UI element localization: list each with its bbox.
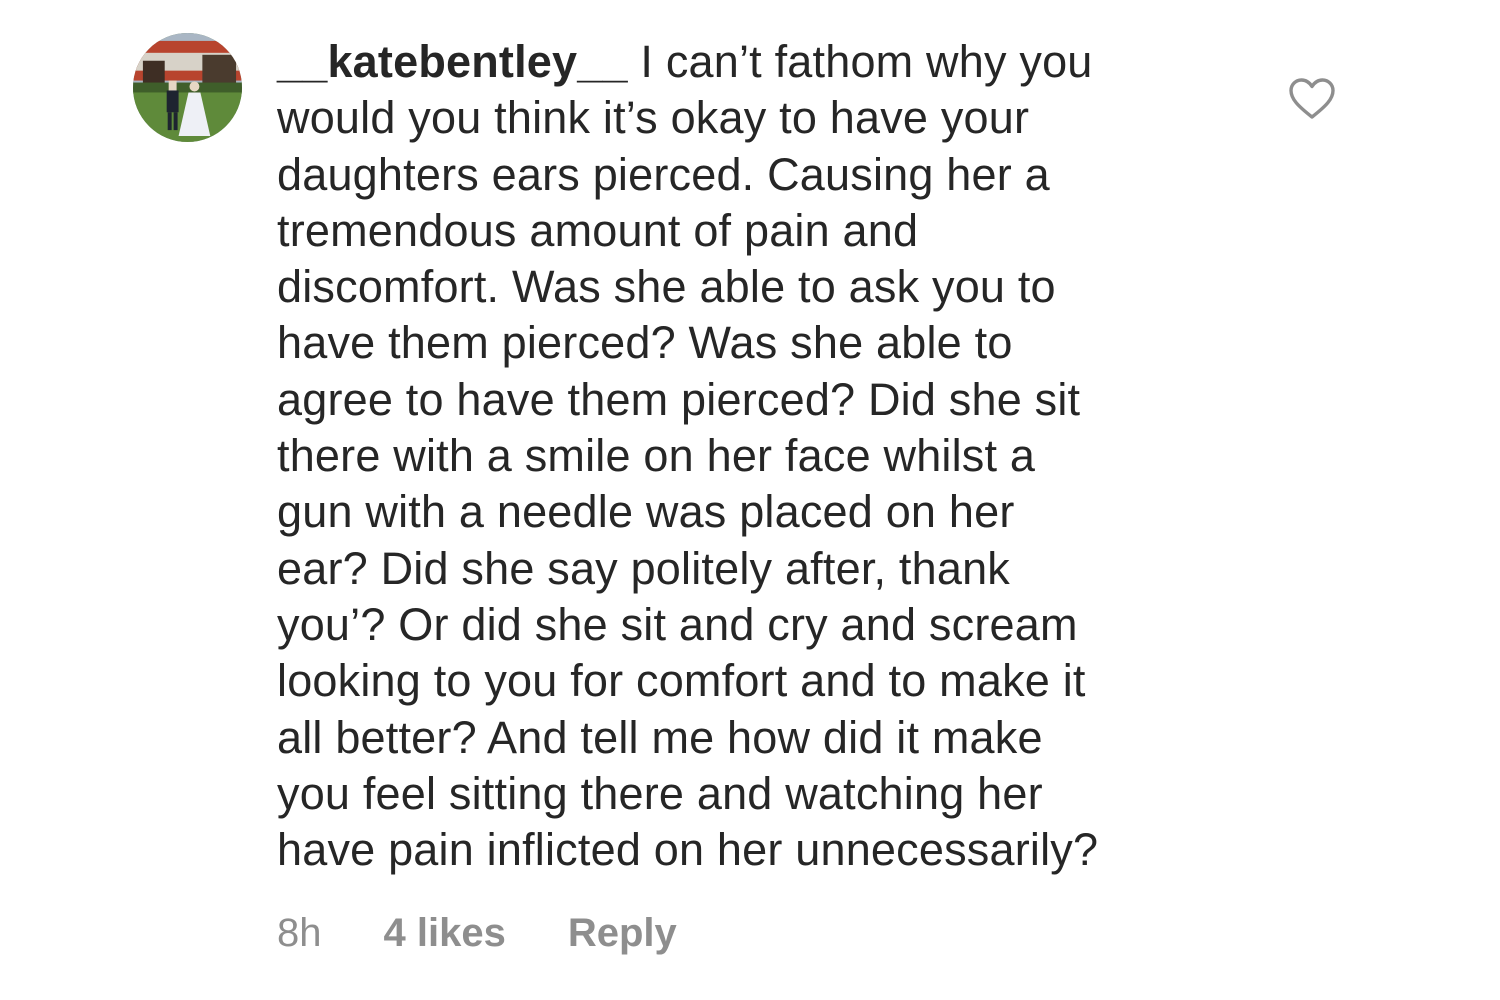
username-link[interactable]: __katebentley__ — [277, 36, 628, 87]
comment-meta: 8h 4 likes Reply — [277, 905, 677, 961]
comment-message: I can’t fathom why you would you think i… — [277, 36, 1099, 876]
reply-button[interactable]: Reply — [568, 911, 677, 956]
avatar[interactable] — [133, 33, 242, 142]
heart-outline-icon — [1289, 78, 1335, 119]
comment-row: __katebentley__ I can’t fathom why you w… — [0, 0, 1500, 1000]
like-button[interactable] — [1288, 77, 1336, 121]
profile-photo — [133, 33, 242, 142]
comment-text: __katebentley__ I can’t fathom why you w… — [277, 34, 1237, 878]
comment-timestamp: 8h — [277, 910, 322, 955]
likes-count-link[interactable]: 4 likes — [384, 911, 506, 956]
